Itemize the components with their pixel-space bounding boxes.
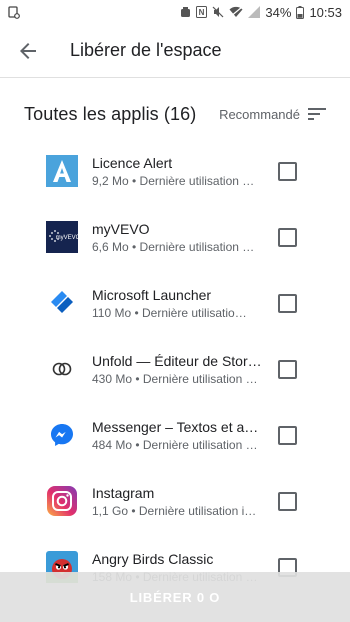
alarm-icon <box>180 6 191 18</box>
list-item[interactable]: Instagram 1,1 Go • Dernière utilisation … <box>0 468 350 534</box>
app-checkbox[interactable] <box>278 425 297 445</box>
back-button[interactable] <box>0 24 56 78</box>
app-meta: 6,6 Mo • Dernière utilisation … <box>92 239 255 254</box>
clock: 10:53 <box>309 4 342 20</box>
list-item[interactable]: Unfold — Éditeur de Storie… 430 Mo • Der… <box>0 336 350 402</box>
app-name: Microsoft Launcher <box>92 286 212 303</box>
myvevo-icon: myVEVO <box>46 221 78 253</box>
app-meta: 110 Mo • Dernière utilisatio… <box>92 305 247 320</box>
app-text: Licence Alert 9,2 Mo • Dernière utilisat… <box>92 154 262 189</box>
app-checkbox[interactable] <box>278 359 297 379</box>
app-name: Unfold — Éditeur de Storie… <box>92 352 262 369</box>
list-item[interactable]: Microsoft Launcher 110 Mo • Dernière uti… <box>0 270 350 336</box>
app-text: Microsoft Launcher 110 Mo • Dernière uti… <box>92 286 262 321</box>
battery-percent: 34% <box>265 4 292 20</box>
wifi-icon <box>229 6 243 18</box>
app-meta: 1,1 Go • Dernière utilisation i… <box>92 503 257 518</box>
app-meta: 430 Mo • Dernière utilisation … <box>92 371 258 386</box>
app-checkbox[interactable] <box>278 161 297 181</box>
app-name: Instagram <box>92 484 155 501</box>
app-checkbox[interactable] <box>278 491 297 511</box>
list-item[interactable]: myVEVO myVEVO 6,6 Mo • Dernière utilisat… <box>0 204 350 270</box>
app-meta: 484 Mo • Dernière utilisation … <box>92 437 258 452</box>
unfold-icon <box>46 353 78 385</box>
app-text: Unfold — Éditeur de Storie… 430 Mo • Der… <box>92 352 262 387</box>
status-bar: N 34% 10:53 <box>0 0 350 24</box>
sort-button[interactable]: Recommandé <box>219 107 326 122</box>
app-list: Licence Alert 9,2 Mo • Dernière utilisat… <box>0 138 350 600</box>
list-item[interactable]: Licence Alert 9,2 Mo • Dernière utilisat… <box>0 138 350 204</box>
app-bar: Libérer de l'espace <box>0 24 350 78</box>
status-right: N 34% 10:53 <box>180 5 342 20</box>
instagram-icon <box>46 485 78 517</box>
app-checkbox[interactable] <box>278 293 297 313</box>
app-name: Angry Birds Classic <box>92 550 214 567</box>
list-item[interactable]: Messenger – Textos et ap… 484 Mo • Derni… <box>0 402 350 468</box>
microsoft-launcher-icon <box>46 287 78 319</box>
bottom-action-bar[interactable]: LIBÉRER 0 O <box>0 572 350 622</box>
nfc-icon: N <box>196 6 208 18</box>
status-left <box>8 5 20 19</box>
app-name: Messenger – Textos et ap… <box>92 418 262 435</box>
messenger-icon <box>46 419 78 451</box>
app-checkbox[interactable] <box>278 227 297 247</box>
mute-icon <box>212 6 224 18</box>
licence-alert-icon <box>46 155 78 187</box>
section-title: Toutes les applis (16) <box>24 103 197 124</box>
sort-label: Recommandé <box>219 106 300 122</box>
app-text: Messenger – Textos et ap… 484 Mo • Derni… <box>92 418 262 453</box>
free-space-button[interactable]: LIBÉRER 0 O <box>130 590 220 605</box>
app-meta: 9,2 Mo • Dernière utilisation … <box>92 173 255 188</box>
app-text: myVEVO 6,6 Mo • Dernière utilisation … <box>92 220 262 255</box>
app-name: Licence Alert <box>92 154 173 171</box>
svg-text:N: N <box>199 8 205 17</box>
battery-icon <box>296 5 305 19</box>
svg-text:myVEVO: myVEVO <box>56 235 78 241</box>
notification-icon <box>8 5 20 19</box>
arrow-back-icon <box>20 42 36 59</box>
app-name: myVEVO <box>92 220 150 237</box>
sort-icon <box>308 108 326 120</box>
app-text: Instagram 1,1 Go • Dernière utilisation … <box>92 484 262 519</box>
page-title: Libérer de l'espace <box>70 40 222 60</box>
signal-icon <box>248 6 261 18</box>
